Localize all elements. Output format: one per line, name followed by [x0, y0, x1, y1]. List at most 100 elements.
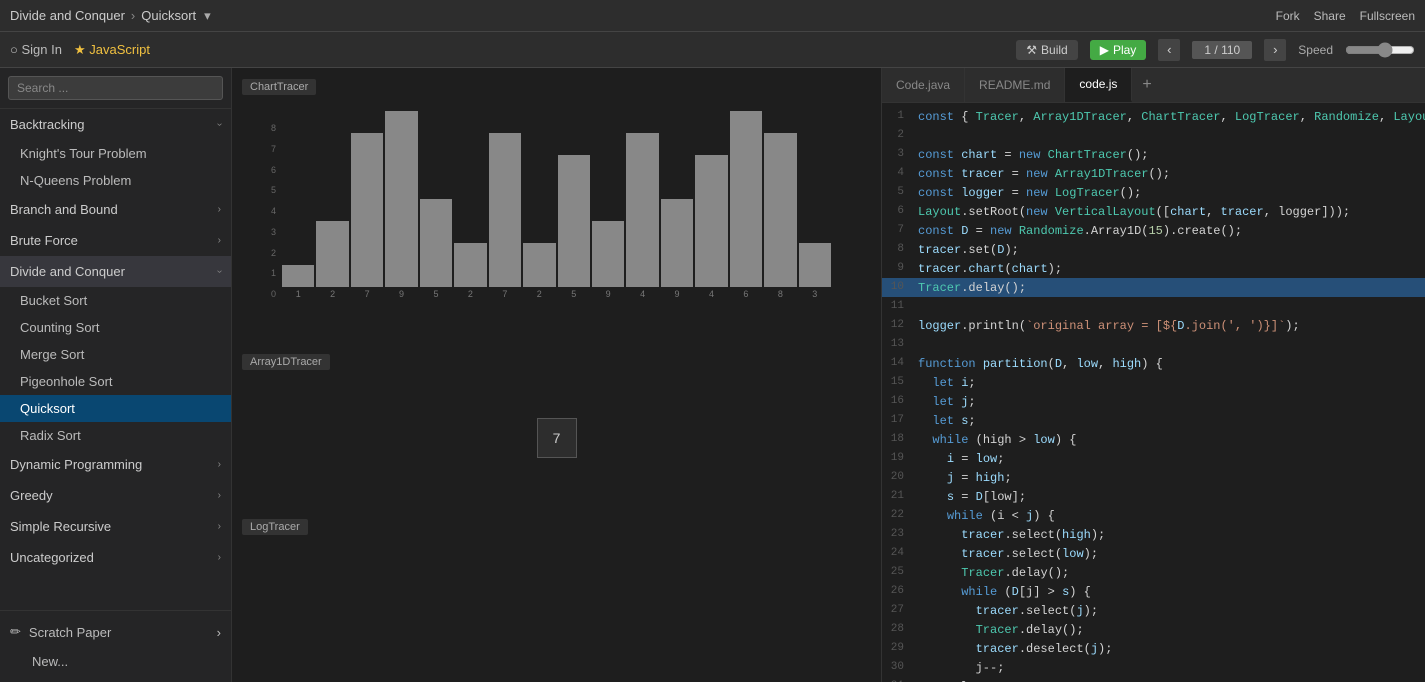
sidebar-section-greedy: Greedy ›	[0, 480, 231, 511]
code-line[interactable]: 7const D = new Randomize.Array1D(15).cre…	[882, 221, 1425, 240]
chevron-icon: ›	[214, 270, 225, 273]
tab-code-js[interactable]: code.js	[1065, 68, 1132, 102]
code-line[interactable]: 26 while (D[j] > s) {	[882, 582, 1425, 601]
array-tracer: 7	[242, 378, 871, 498]
code-line[interactable]: 16 let j;	[882, 392, 1425, 411]
sidebar-category-greedy[interactable]: Greedy ›	[0, 480, 231, 511]
sidebar-item-bucket-sort[interactable]: Bucket Sort	[0, 287, 231, 314]
code-line[interactable]: 5const logger = new LogTracer();	[882, 183, 1425, 202]
code-line[interactable]: 9tracer.chart(chart);	[882, 259, 1425, 278]
search-input[interactable]	[8, 76, 223, 100]
code-line[interactable]: 19 i = low;	[882, 449, 1425, 468]
add-tab-button[interactable]: +	[1132, 76, 1161, 94]
scratch-paper-chevron: ›	[217, 625, 221, 640]
code-line[interactable]: 24 tracer.select(low);	[882, 544, 1425, 563]
code-line[interactable]: 4const tracer = new Array1DTracer();	[882, 164, 1425, 183]
new-item[interactable]: New...	[0, 647, 231, 676]
prev-button[interactable]: ‹	[1158, 39, 1180, 61]
breadcrumb-item-2[interactable]: Quicksort	[141, 8, 196, 23]
code-line[interactable]: 13	[882, 335, 1425, 354]
scratch-paper-icon: ✏	[10, 624, 21, 640]
fork-button[interactable]: Fork	[1276, 9, 1300, 23]
sidebar-category-backtracking[interactable]: Backtracking ›	[0, 109, 231, 140]
code-line[interactable]: 22 while (i < j) {	[882, 506, 1425, 525]
viz-panel: ChartTracer 0123456781279527259494683 Ar…	[232, 68, 882, 682]
speed-slider[interactable]	[1345, 42, 1415, 58]
sidebar-item-pigeonhole-sort[interactable]: Pigeonhole Sort	[0, 368, 231, 395]
breadcrumb-dropdown-icon[interactable]: ▾	[204, 8, 211, 24]
second-bar-left: ○ Sign In ★ JavaScript	[10, 42, 150, 58]
main-layout: Backtracking › Knight's Tour Problem N-Q…	[0, 68, 1425, 682]
sidebar-item-merge-sort[interactable]: Merge Sort	[0, 341, 231, 368]
code-line[interactable]: 8tracer.set(D);	[882, 240, 1425, 259]
code-line[interactable]: 14function partition(D, low, high) {	[882, 354, 1425, 373]
code-line[interactable]: 12logger.println(`original array = [${D.…	[882, 316, 1425, 335]
bar	[764, 133, 796, 287]
code-line[interactable]: 15 let i;	[882, 373, 1425, 392]
code-line[interactable]: 27 tracer.select(j);	[882, 601, 1425, 620]
bar	[523, 243, 555, 287]
bar	[661, 199, 693, 287]
sidebar-item-knights-tour[interactable]: Knight's Tour Problem	[0, 140, 231, 167]
sidebar-item-radix-sort[interactable]: Radix Sort	[0, 422, 231, 449]
code-line[interactable]: 29 tracer.deselect(j);	[882, 639, 1425, 658]
code-line[interactable]: 31 }	[882, 677, 1425, 682]
sidebar-category-simple-recursive[interactable]: Simple Recursive ›	[0, 511, 231, 542]
build-button[interactable]: ⚒ Build	[1016, 40, 1077, 60]
breadcrumb-item-1[interactable]: Divide and Conquer	[10, 8, 125, 23]
code-line[interactable]: 23 tracer.select(high);	[882, 525, 1425, 544]
code-line[interactable]: 2	[882, 126, 1425, 145]
sidebar-section-uncategorized: Uncategorized ›	[0, 542, 231, 573]
sidebar-item-quicksort[interactable]: Quicksort	[0, 395, 231, 422]
code-line[interactable]: 18 while (high > low) {	[882, 430, 1425, 449]
fullscreen-button[interactable]: Fullscreen	[1360, 9, 1415, 23]
code-line[interactable]: 6Layout.setRoot(new VerticalLayout([char…	[882, 202, 1425, 221]
sidebar-category-dynamic-programming[interactable]: Dynamic Programming ›	[0, 449, 231, 480]
sidebar-category-brute-force[interactable]: Brute Force ›	[0, 225, 231, 256]
sidebar-section-brute-force: Brute Force ›	[0, 225, 231, 256]
array-box: 7	[537, 418, 577, 458]
top-bar: Divide and Conquer › Quicksort ▾ Fork Sh…	[0, 0, 1425, 32]
log-tracer-label: LogTracer	[242, 519, 308, 535]
code-line[interactable]: 25 Tracer.delay();	[882, 563, 1425, 582]
sidebar-footer: ✏ Scratch Paper › New...	[0, 610, 231, 682]
chevron-icon: ›	[214, 123, 225, 126]
sidebar: Backtracking › Knight's Tour Problem N-Q…	[0, 68, 232, 682]
play-button[interactable]: ▶ Play	[1090, 40, 1147, 60]
sidebar-section-branch-bound: Branch and Bound ›	[0, 194, 231, 225]
code-line[interactable]: 20 j = high;	[882, 468, 1425, 487]
sidebar-category-branch-bound[interactable]: Branch and Bound ›	[0, 194, 231, 225]
chevron-icon: ›	[218, 490, 221, 501]
sidebar-item-counting-sort[interactable]: Counting Sort	[0, 314, 231, 341]
next-button[interactable]: ›	[1264, 39, 1286, 61]
bar	[730, 111, 762, 287]
sidebar-category-uncategorized[interactable]: Uncategorized ›	[0, 542, 231, 573]
breadcrumb: Divide and Conquer › Quicksort ▾	[10, 8, 211, 24]
bar	[282, 265, 314, 287]
tab-readme[interactable]: README.md	[965, 68, 1065, 102]
scratch-paper-item[interactable]: ✏ Scratch Paper ›	[0, 617, 231, 647]
sign-in-button[interactable]: ○ Sign In	[10, 42, 62, 57]
sidebar-item-nqueens[interactable]: N-Queens Problem	[0, 167, 231, 194]
code-line[interactable]: 17 let s;	[882, 411, 1425, 430]
top-bar-actions: Fork Share Fullscreen	[1276, 9, 1415, 23]
javascript-badge: ★ JavaScript	[74, 42, 150, 58]
sidebar-section-divide-conquer: Divide and Conquer › Bucket Sort Countin…	[0, 256, 231, 449]
share-button[interactable]: Share	[1314, 9, 1346, 23]
speed-label: Speed	[1298, 43, 1333, 57]
code-panel: Code.java README.md code.js + 1const { T…	[882, 68, 1425, 682]
code-line[interactable]: 28 Tracer.delay();	[882, 620, 1425, 639]
second-bar-right: ⚒ Build ▶ Play ‹ 1 / 110 › Speed	[1016, 39, 1415, 61]
bar	[799, 243, 831, 287]
sidebar-category-divide-conquer[interactable]: Divide and Conquer ›	[0, 256, 231, 287]
code-line[interactable]: 30 j--;	[882, 658, 1425, 677]
bar	[351, 133, 383, 287]
code-line[interactable]: 10Tracer.delay();	[882, 278, 1425, 297]
code-line[interactable]: 3const chart = new ChartTracer();	[882, 145, 1425, 164]
tab-code-java[interactable]: Code.java	[882, 68, 965, 102]
bar	[626, 133, 658, 287]
user-icon: ○	[10, 42, 18, 57]
code-line[interactable]: 21 s = D[low];	[882, 487, 1425, 506]
code-line[interactable]: 11	[882, 297, 1425, 316]
code-line[interactable]: 1const { Tracer, Array1DTracer, ChartTra…	[882, 107, 1425, 126]
